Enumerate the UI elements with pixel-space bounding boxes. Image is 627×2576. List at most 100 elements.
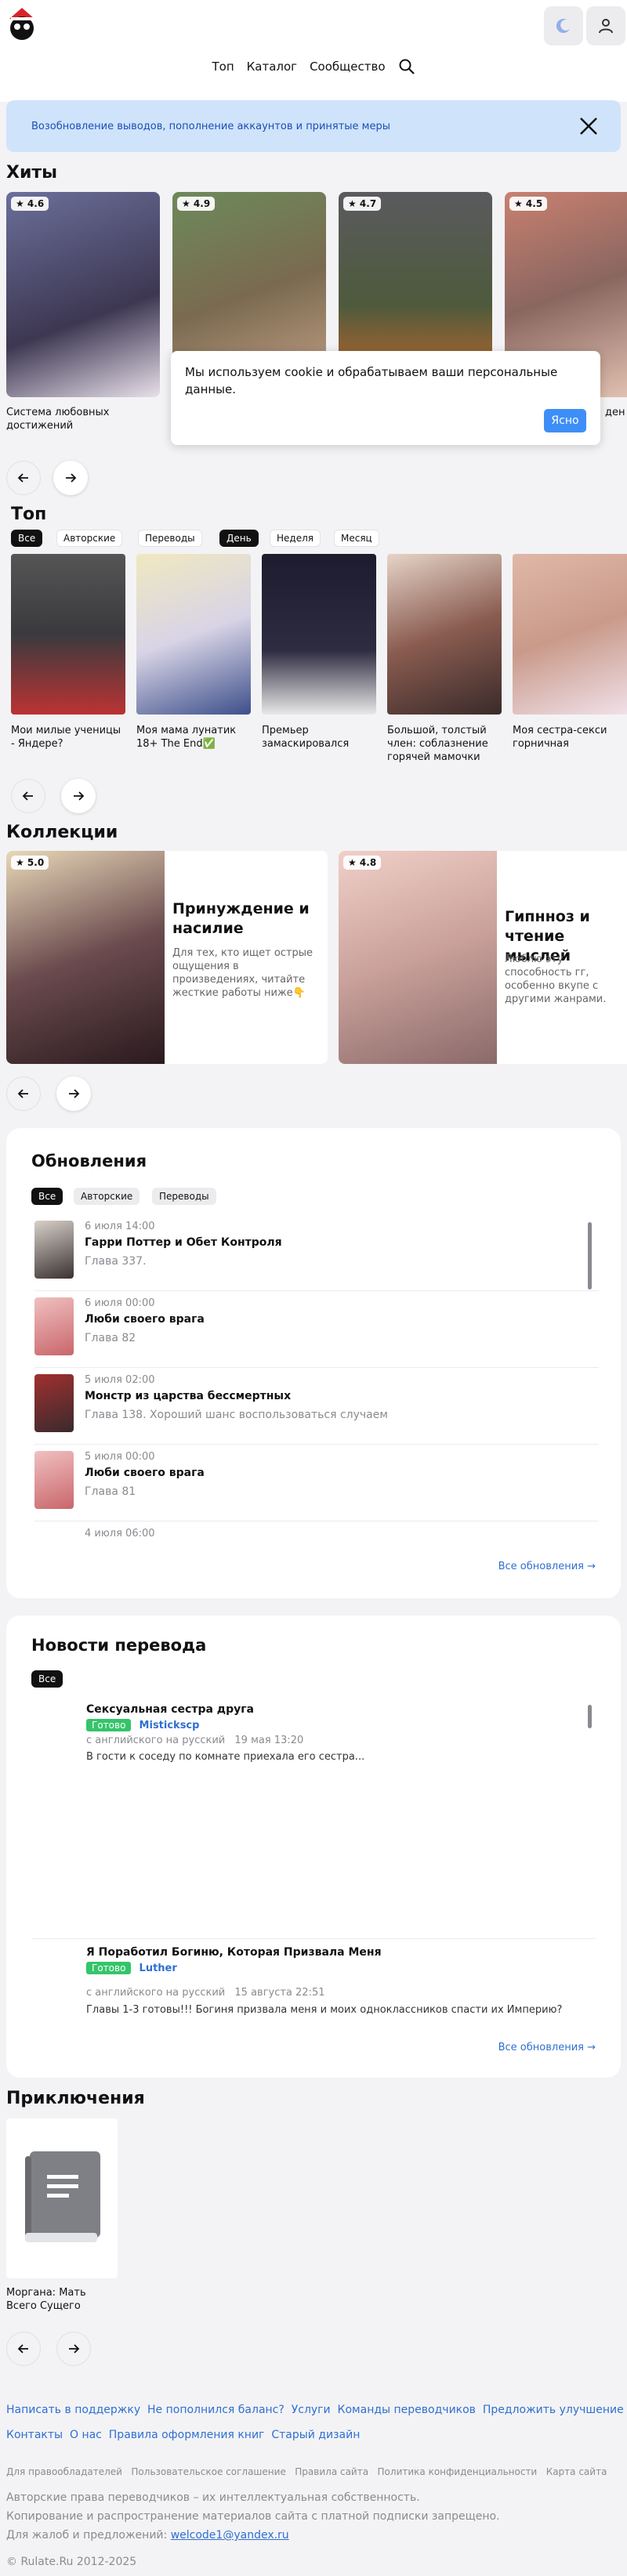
updates-scrollbar[interactable] [588,1222,592,1290]
banner-text: Возобновление выводов, пополнение аккаун… [31,120,390,132]
update-date: 6 июля 14:00 [85,1221,155,1232]
news-all-link[interactable]: Все обновления → [498,2042,596,2053]
footer-link-site-rules[interactable]: Правила сайта [295,2466,368,2477]
top-prev-button[interactable] [11,779,45,813]
close-icon[interactable] [577,114,600,138]
footer-link-balance[interactable]: Не пополнился баланс? [147,2404,285,2416]
nav-community[interactable]: Сообщество [310,60,385,74]
hits-card[interactable]: ★ 4.6 [6,192,160,397]
top-period-day[interactable]: День [219,530,259,547]
collections-prev-button[interactable] [6,1076,41,1111]
top-card-title[interactable]: Мои милые ученицы - Яндере? [11,724,125,751]
update-chapter[interactable]: Глава 337. [85,1255,147,1268]
news-title: Новости перевода [31,1636,207,1655]
top-card[interactable] [11,554,125,715]
top-card[interactable] [513,554,627,715]
site-logo[interactable] [5,5,39,42]
user-icon [599,19,613,34]
news-scrollbar[interactable] [588,1705,592,1728]
collections-next-button[interactable] [56,1076,91,1111]
top-card-title[interactable]: Премьер замаскировался [262,724,376,751]
update-title[interactable]: Люби своего врага [85,1313,205,1326]
adventures-next-button[interactable] [56,2332,91,2366]
updates-filter-author[interactable]: Авторские [74,1188,140,1205]
footer-link-old-design[interactable]: Старый дизайн [271,2429,360,2441]
top-filter-translations[interactable]: Переводы [138,530,202,547]
footer-link-rightholders[interactable]: Для правообладателей [6,2466,122,2477]
update-item[interactable]: 5 июля 00:00 Люби своего врага Глава 81 [34,1451,599,1521]
update-date: 4 июля 06:00 [85,1528,155,1539]
arrow-right-icon [66,473,77,483]
team-link[interactable]: Mistickscp [140,1720,200,1731]
footer-link-agreement[interactable]: Пользовательское соглашение [131,2466,285,2477]
news-item-title[interactable]: Я Поработил Богиню, Которая Призвала Мен… [86,1946,572,1959]
team-link[interactable]: Luther [140,1963,177,1974]
footer-email-link[interactable]: welcode1@yandex.ru [171,2529,289,2542]
book-icon [25,2151,100,2242]
rating-badge: ★ 4.6 [11,197,49,211]
update-chapter[interactable]: Глава 138. Хороший шанс воспользоваться … [85,1409,388,1421]
hits-next-button[interactable] [53,461,88,495]
update-item[interactable]: 4 июля 06:00 [34,1528,599,1543]
top-next-button[interactable] [61,779,96,813]
cookie-accept-button[interactable]: Ясно [544,409,586,432]
footer-link-about[interactable]: О нас [70,2429,102,2441]
update-item[interactable]: 6 июля 14:00 Гарри Поттер и Обет Контрол… [34,1221,599,1291]
top-filter-all[interactable]: Все [11,530,43,547]
footer-link-privacy[interactable]: Политика конфиденциальности [378,2466,538,2477]
footer-link-services[interactable]: Услуги [292,2404,331,2416]
adventure-card-title[interactable]: Моргана: Мать Всего Сущего [6,2286,116,2313]
adventure-card[interactable] [6,2118,118,2278]
footer-link-teams[interactable]: Команды переводчиков [338,2404,476,2416]
update-item[interactable]: 6 июля 00:00 Люби своего врага Глава 82 [34,1297,599,1368]
nav-catalog[interactable]: Каталог [247,60,297,74]
top-period-week[interactable]: Неделя [270,530,321,547]
footer-links-primary: Написать в поддержку Не пополнился балан… [6,2404,624,2416]
update-item[interactable]: 5 июля 02:00 Монстр из царства бессмертн… [34,1374,599,1445]
update-title[interactable]: Гарри Поттер и Обет Контроля [85,1236,282,1249]
footer-link-support[interactable]: Написать в поддержку [6,2404,140,2416]
top-card[interactable] [136,554,251,715]
collections-title: Коллекции [6,823,118,842]
user-menu-button[interactable] [586,6,625,45]
news-text: Главы 1-3 готовы!!! Богиня призвала меня… [86,2004,563,2016]
updates-all-link[interactable]: Все обновления → [498,1561,596,1572]
nav-top[interactable]: Топ [212,60,234,74]
top-filter-author[interactable]: Авторские [56,530,123,547]
footer-legal-links: Для правообладателей Пользовательское со… [6,2466,607,2477]
collection-card[interactable]: ★ 4.8 Гипнноз и чтение мыслей Люблю эту … [339,851,627,1064]
news-item-title[interactable]: Сексуальная сестра друга [86,1703,572,1716]
footer-link-suggest[interactable]: Предложить улучшение [483,2404,624,2416]
news-item[interactable]: Сексуальная сестра друга Готово Misticks… [86,1703,572,1763]
announcement-banner[interactable]: Возобновление выводов, пополнение аккаун… [6,100,621,152]
footer-complaints: Для жалоб и предложений: welcode1@yandex… [6,2529,289,2542]
collection-title: Принуждение и насилие [172,900,310,937]
footer-link-contacts[interactable]: Контакты [6,2429,63,2441]
top-card[interactable] [387,554,502,715]
search-icon[interactable] [398,58,415,75]
hits-card-title[interactable]: Система любовных достижений [6,406,155,432]
updates-filter-all[interactable]: Все [31,1188,63,1205]
news-filter-all[interactable]: Все [31,1670,63,1688]
top-card-title[interactable]: Большой, толстый член: соблазнение горяч… [387,724,502,764]
top-card-title[interactable]: Моя сестра-секси горничная [513,724,627,751]
collection-card[interactable]: ★ 5.0 Принуждение и насилие Для тех, кто… [6,851,328,1064]
updates-filter-translations[interactable]: Переводы [152,1188,216,1205]
hits-card-title[interactable]: ден [605,406,627,419]
theme-toggle-button[interactable] [544,6,583,45]
top-period-month[interactable]: Месяц [334,530,379,547]
footer-link-sitemap[interactable]: Карта сайта [546,2466,607,2477]
update-title[interactable]: Люби своего врага [85,1467,205,1479]
adventures-prev-button[interactable] [6,2332,41,2366]
top-title: Топ [11,505,47,524]
top-card[interactable] [262,554,376,715]
footer-link-rules[interactable]: Правила оформления книг [109,2429,265,2441]
top-card-title[interactable]: Моя мама лунатик 18+ The End✅ [136,724,251,751]
update-title[interactable]: Монстр из царства бессмертных [85,1390,291,1402]
rating-badge: ★ 4.7 [343,197,382,211]
update-chapter[interactable]: Глава 81 [85,1485,136,1498]
news-item[interactable]: Я Поработил Богиню, Которая Призвала Мен… [86,1946,572,1987]
update-chapter[interactable]: Глава 82 [85,1332,136,1344]
hits-prev-button[interactable] [6,461,41,495]
divider [31,1938,596,1939]
